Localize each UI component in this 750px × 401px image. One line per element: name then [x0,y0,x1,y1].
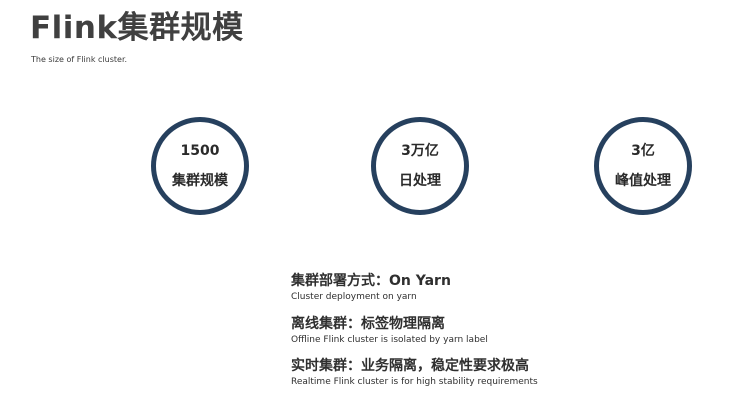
stat-value: 1500 [180,143,220,159]
stat-value: 3亿 [631,143,655,159]
feature-heading: 集群部署方式：On Yarn [291,273,451,289]
page-subtitle: The size of Flink cluster. [31,55,128,64]
stat-circle-cluster-size: 1500 集群规模 [151,117,249,215]
stat-value: 3万亿 [401,143,439,159]
stat-label: 集群规模 [172,173,228,189]
slide: Flink集群规模 The size of Flink cluster. 150… [0,0,750,401]
feature-offline-cluster: 离线集群：标签物理隔离 Offline Flink cluster is iso… [291,316,488,346]
stat-label: 日处理 [399,173,441,189]
feature-description: Realtime Flink cluster is for high stabi… [291,377,538,387]
feature-heading: 实时集群：业务隔离，稳定性要求极高 [291,358,529,374]
page-title: Flink集群规模 [30,10,244,46]
stat-label: 峰值处理 [615,173,671,189]
feature-description: Offline Flink cluster is isolated by yar… [291,335,488,345]
feature-realtime-cluster: 实时集群：业务隔离，稳定性要求极高 Realtime Flink cluster… [291,358,538,388]
feature-heading: 离线集群：标签物理隔离 [291,316,445,332]
stat-circle-daily-processing: 3万亿 日处理 [371,117,469,215]
feature-description: Cluster deployment on yarn [291,292,417,302]
stat-circle-peak-processing: 3亿 峰值处理 [594,117,692,215]
feature-deployment: 集群部署方式：On Yarn Cluster deployment on yar… [291,273,451,303]
